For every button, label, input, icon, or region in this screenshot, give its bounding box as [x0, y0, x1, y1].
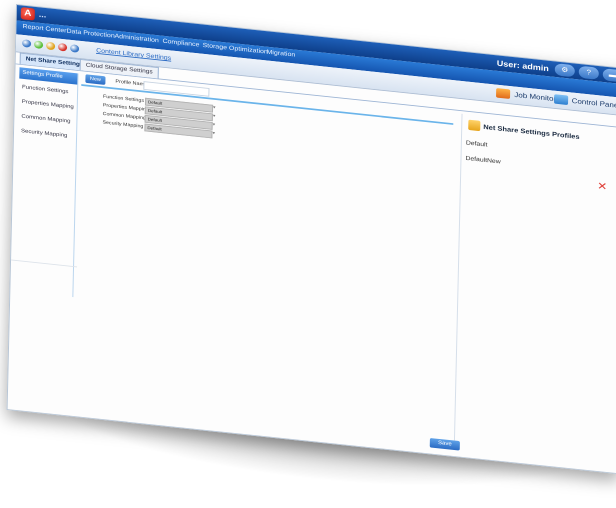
nav-compliance[interactable]: Compliance [162, 38, 199, 48]
job-monitor-label: Job Monitor [514, 90, 557, 103]
profiles-icon [468, 119, 481, 132]
status-dot[interactable] [58, 42, 68, 52]
new-button[interactable]: New [85, 74, 106, 85]
app-logo-text: ... [38, 9, 47, 20]
help-icon[interactable]: ? [578, 65, 599, 80]
delete-icon[interactable]: ✕ [597, 180, 607, 193]
nav-data-protection[interactable]: Data Protection [66, 28, 114, 39]
list-item[interactable]: Default [466, 140, 488, 148]
screenshot-stage: A ... User: admin ⚙ ? ▬ Report Center Da… [0, 0, 616, 508]
breadcrumb[interactable]: Content Library Settings [96, 48, 171, 62]
job-monitor-icon [496, 88, 511, 99]
nav-migration[interactable]: Migration [266, 49, 295, 58]
app-window: A ... User: admin ⚙ ? ▬ Report Center Da… [6, 4, 616, 475]
profiles-title-text: Net Share Settings Profiles [483, 122, 580, 141]
profiles-title: Net Share Settings Profiles [468, 119, 580, 142]
chevron-down-icon[interactable]: ▾ [213, 113, 216, 118]
status-dot[interactable] [34, 40, 44, 50]
job-monitor-button[interactable]: Job Monitor [496, 88, 556, 104]
minimize-icon[interactable]: ▬ [602, 68, 616, 83]
control-panel-label: Control Panel [571, 96, 616, 110]
nav-administration[interactable]: Administration [114, 33, 158, 44]
app-logo-icon: A [20, 7, 35, 21]
status-dot[interactable] [46, 41, 56, 51]
status-dot[interactable] [22, 39, 32, 48]
list-item[interactable]: DefaultNew [465, 156, 500, 166]
gear-icon[interactable]: ⚙ [554, 63, 575, 78]
chevron-down-icon[interactable]: ▾ [213, 122, 216, 127]
sidebar-item-security-mapping[interactable]: Security Mapping [18, 126, 76, 143]
nav-report-center[interactable]: Report Center [22, 24, 66, 35]
profiles-panel: Net Share Settings Profiles Default Defa… [453, 113, 613, 457]
main-panel: New Profile Name Function Settings Defau… [74, 73, 460, 451]
chevron-down-icon[interactable]: ▾ [213, 105, 216, 110]
status-dot[interactable] [70, 44, 80, 53]
chevron-down-icon[interactable]: ▾ [212, 131, 215, 136]
control-panel-icon [553, 94, 568, 106]
